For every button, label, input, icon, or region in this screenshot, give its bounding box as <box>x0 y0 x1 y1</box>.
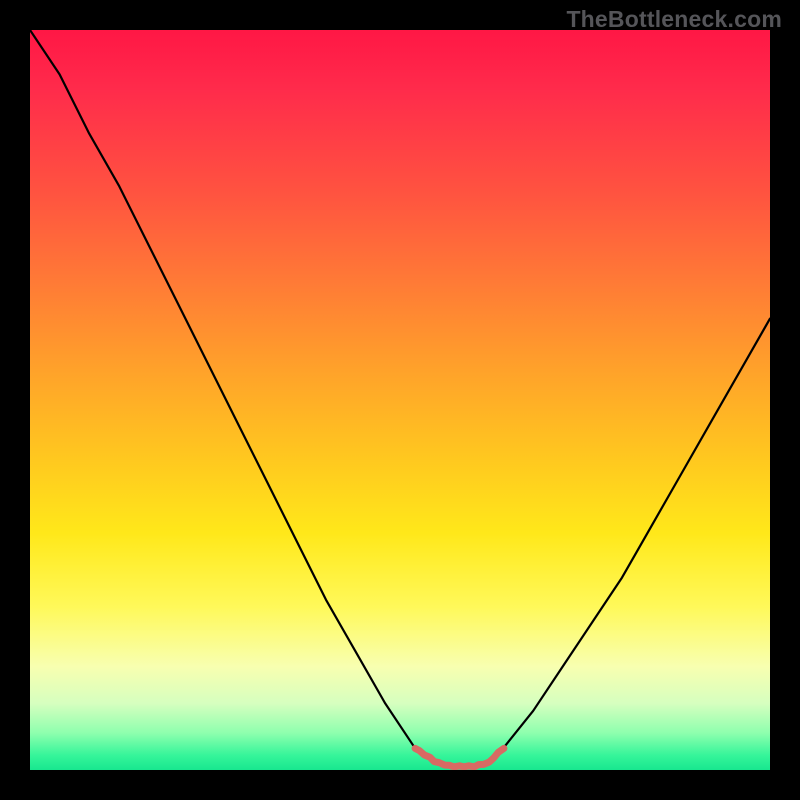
plot-area <box>30 30 770 770</box>
watermark-text: TheBottleneck.com <box>566 6 782 33</box>
bottleneck-marker <box>415 748 504 767</box>
chart-frame: TheBottleneck.com <box>0 0 800 800</box>
bottleneck-curve-svg <box>30 30 770 770</box>
bottleneck-curve <box>30 30 770 766</box>
